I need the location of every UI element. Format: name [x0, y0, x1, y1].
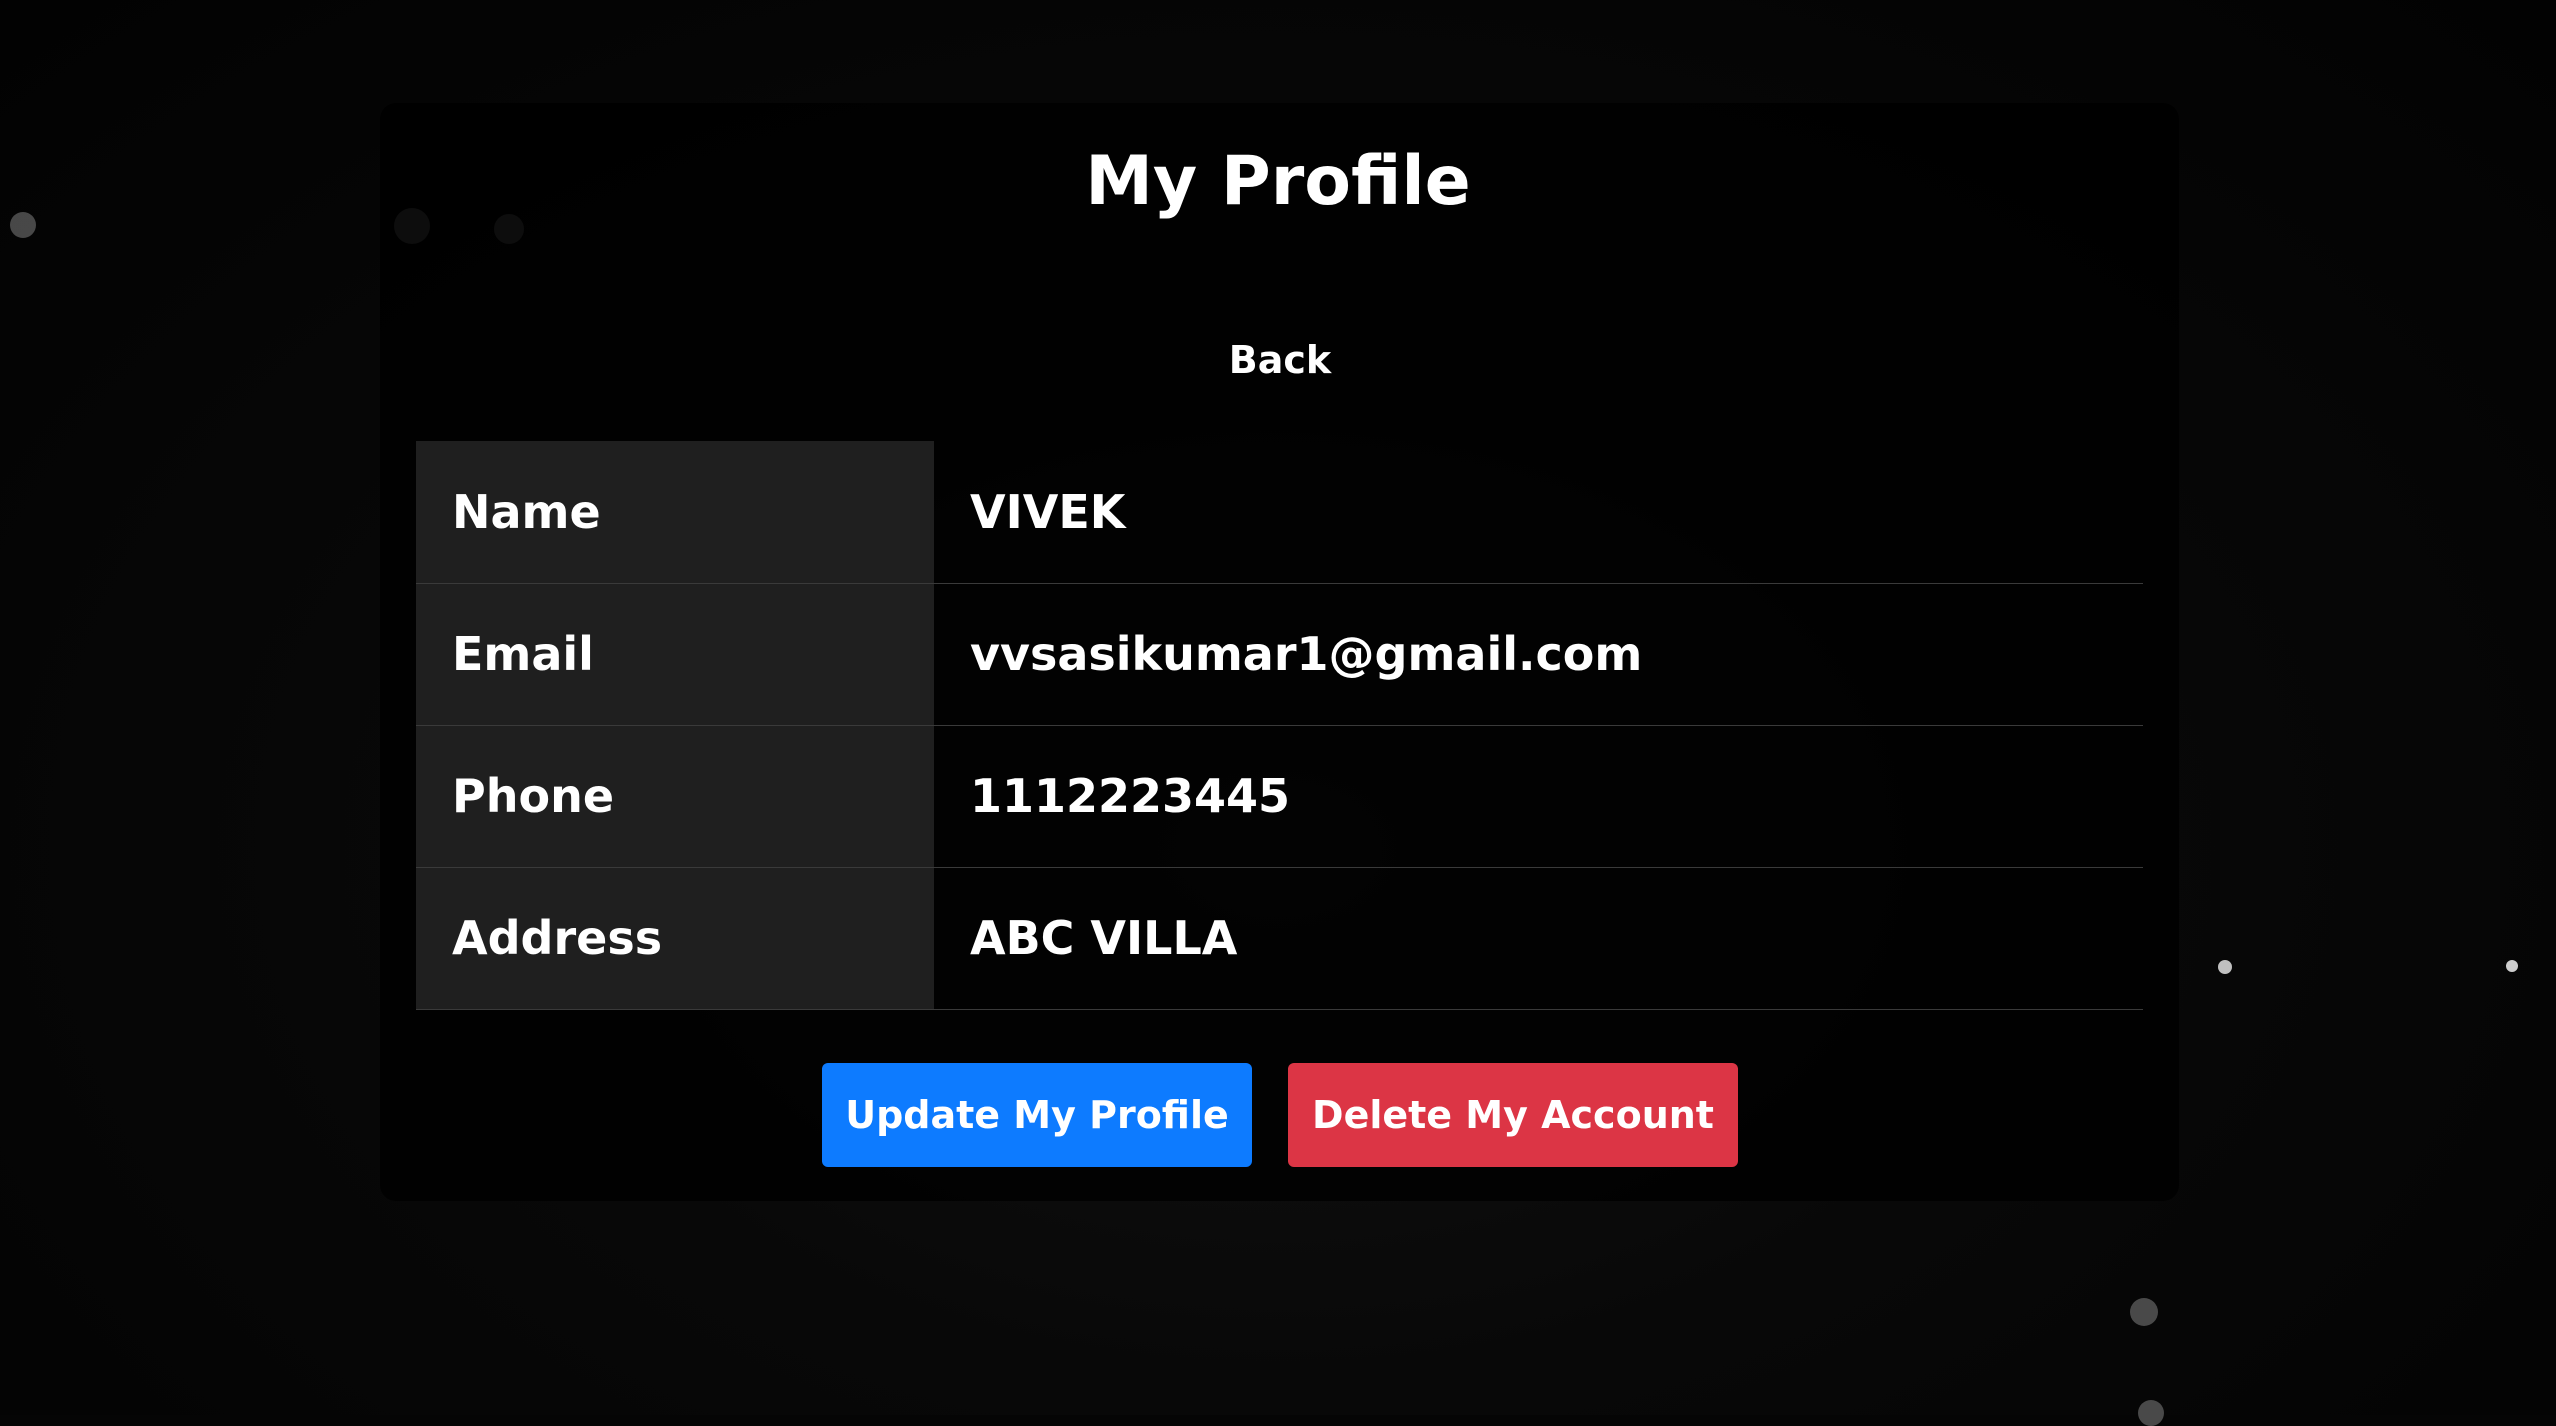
background-dot	[2138, 1400, 2164, 1426]
address-label: Address	[416, 867, 934, 1010]
back-link[interactable]: Back	[1180, 330, 1380, 390]
address-value: ABC VILLA	[934, 867, 2143, 1010]
name-label: Name	[416, 441, 934, 584]
background-dot	[2130, 1298, 2158, 1326]
update-profile-button[interactable]: Update My Profile	[822, 1063, 1252, 1167]
background-dot	[2506, 960, 2518, 972]
table-row: Name VIVEK	[416, 441, 2143, 584]
table-row: Address ABC VILLA	[416, 867, 2143, 1010]
email-label: Email	[416, 583, 934, 726]
name-value: VIVEK	[934, 441, 2143, 584]
table-row: Phone 1112223445	[416, 725, 2143, 868]
page-title: My Profile	[1085, 142, 1471, 221]
delete-account-button[interactable]: Delete My Account	[1288, 1063, 1738, 1167]
email-value: vvsasikumar1@gmail.com	[934, 583, 2143, 726]
profile-table: Name VIVEK Email vvsasikumar1@gmail.com …	[416, 441, 2143, 1010]
phone-value: 1112223445	[934, 725, 2143, 868]
background-dot	[2218, 960, 2232, 974]
table-row: Email vvsasikumar1@gmail.com	[416, 583, 2143, 726]
phone-label: Phone	[416, 725, 934, 868]
